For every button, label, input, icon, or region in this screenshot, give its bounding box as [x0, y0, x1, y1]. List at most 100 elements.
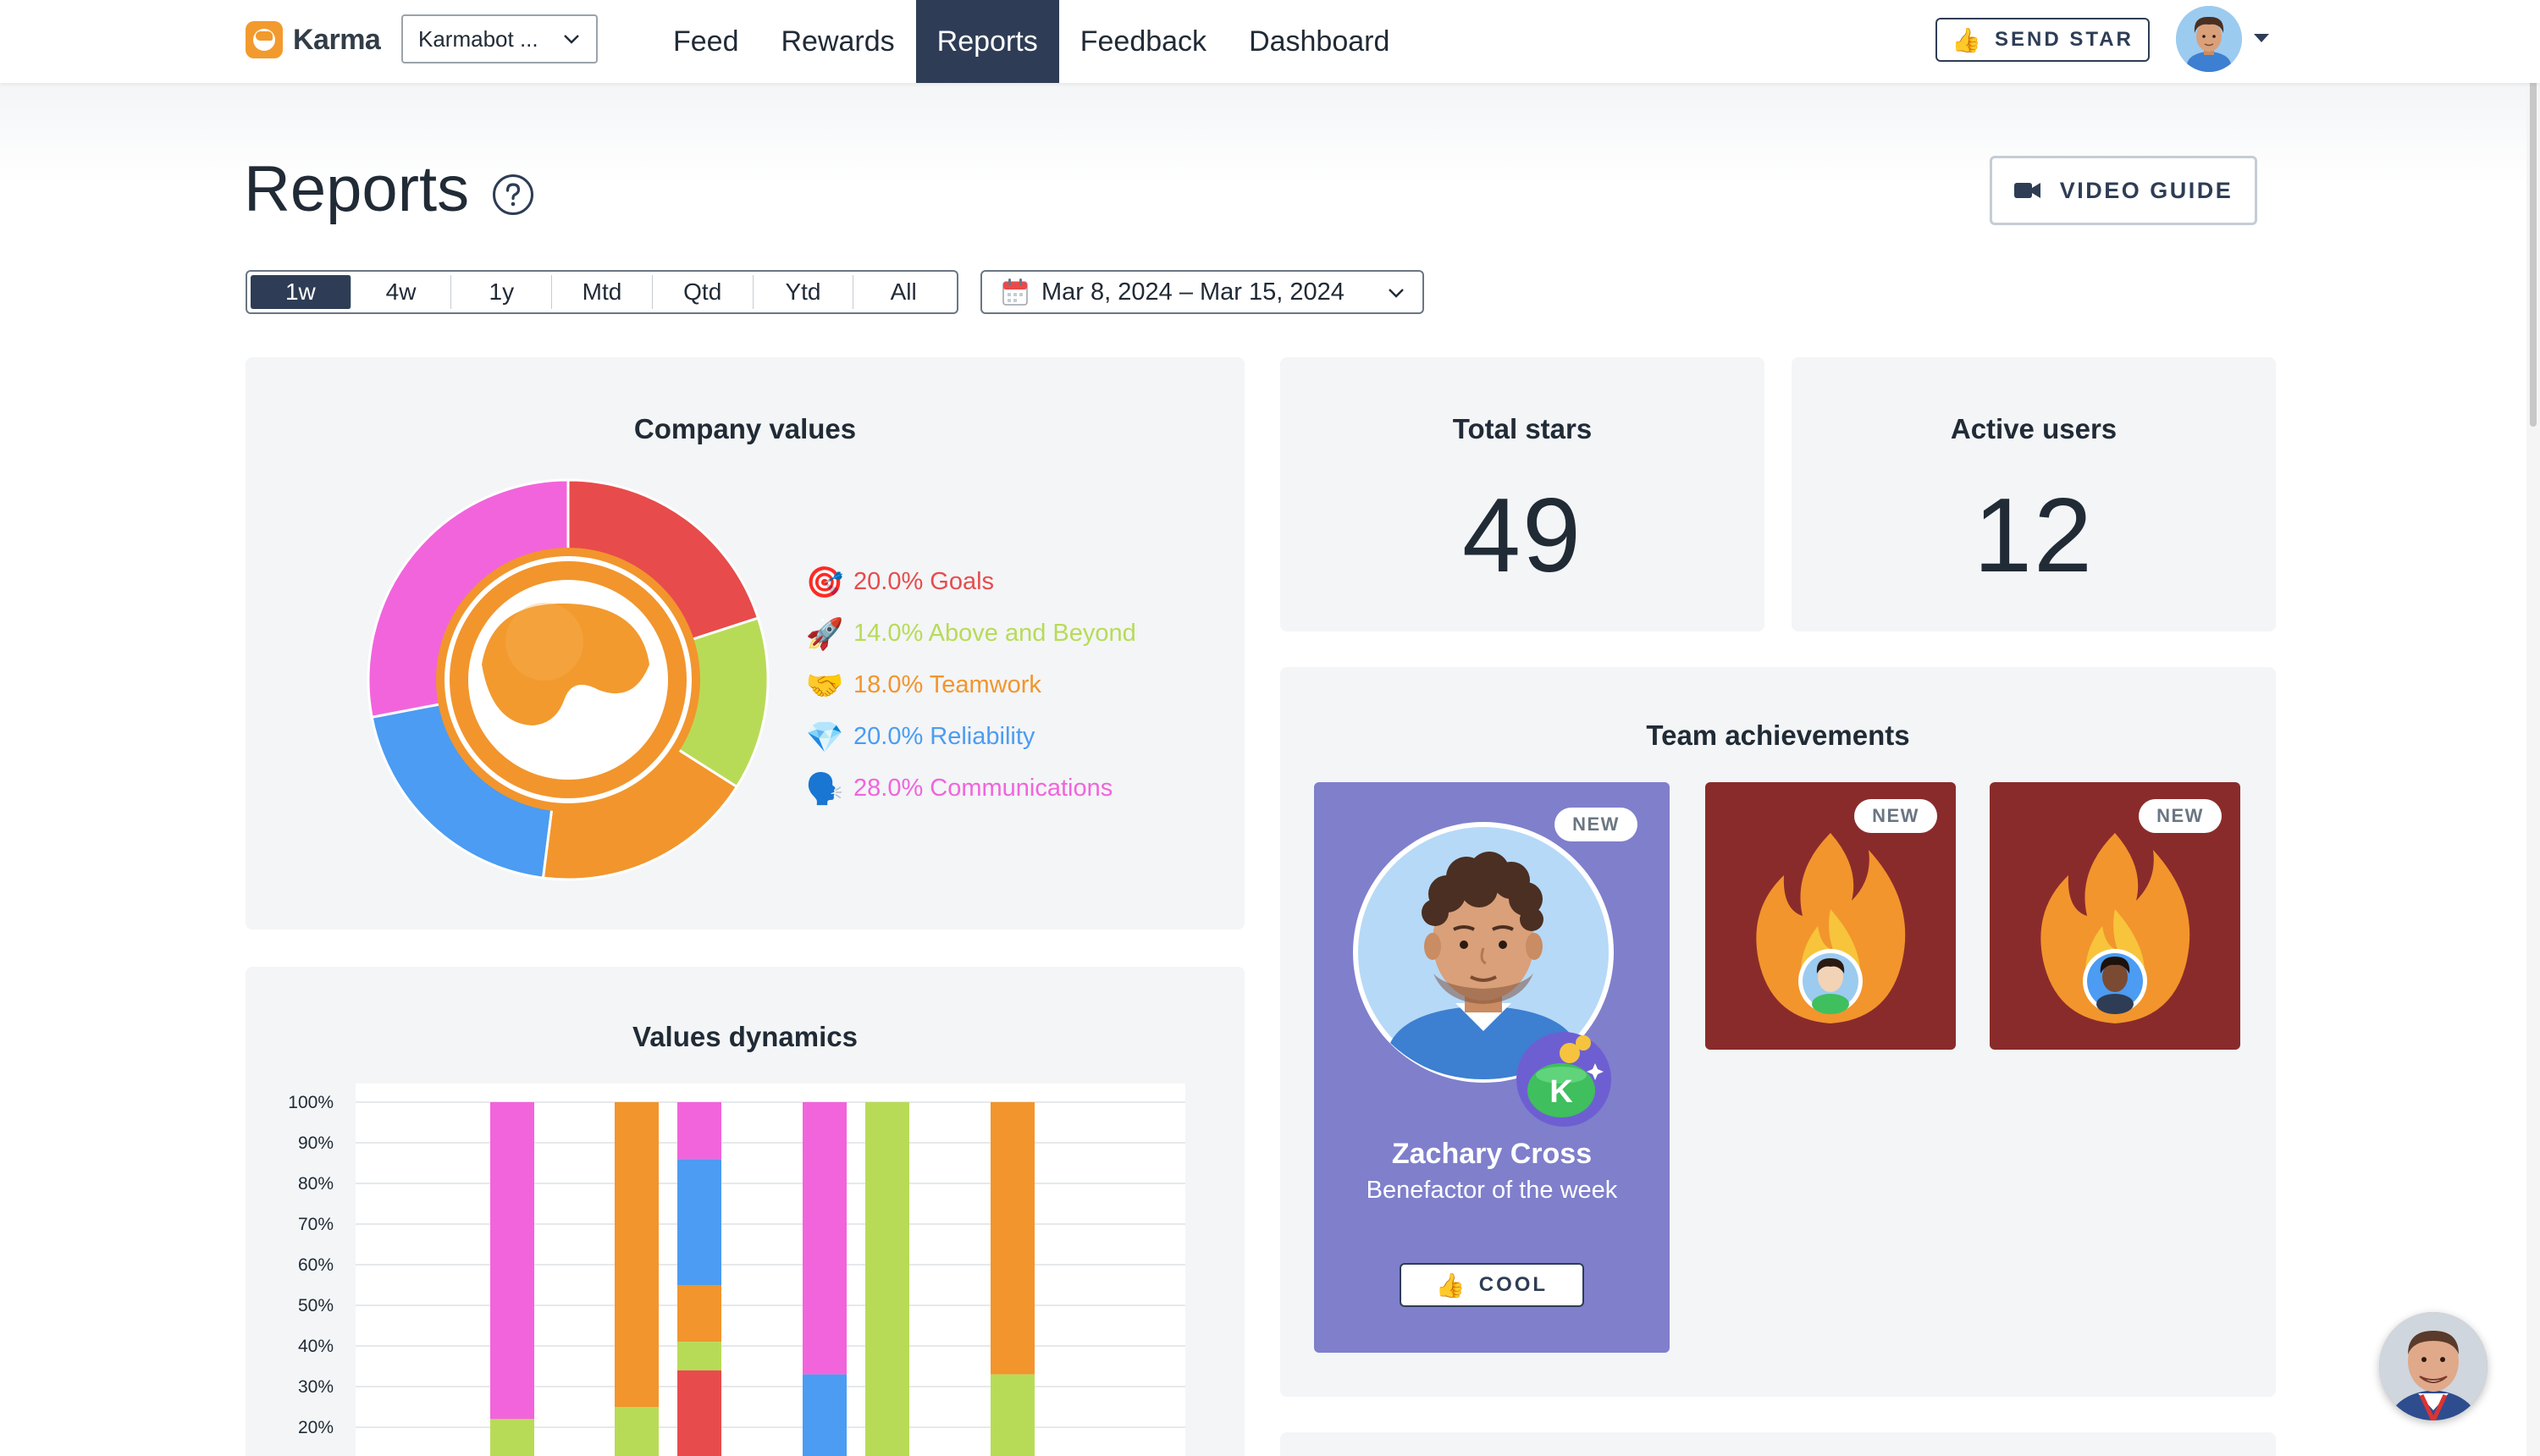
target-icon: 🎯 — [805, 564, 844, 599]
legend-label: 20.0% Goals — [853, 568, 995, 595]
legend-item-communications[interactable]: 🗣️ 28.0% Communications — [804, 763, 1136, 814]
team-achievements-title: Team achievements — [1646, 720, 1910, 751]
achievement-user-name: Zachary Cross — [1391, 1138, 1593, 1170]
period-option-1w[interactable]: 1w — [251, 275, 351, 309]
bar-segment-communications — [677, 1102, 721, 1160]
cool-button-label: COOL — [1478, 1273, 1549, 1296]
stacked-bar[interactable] — [991, 1102, 1035, 1456]
bar-segment-teamwork — [615, 1102, 659, 1407]
stacked-bar[interactable] — [615, 1102, 659, 1456]
stacked-bar[interactable] — [490, 1102, 534, 1456]
help-circle-icon[interactable] — [491, 173, 535, 217]
bar-segment-teamwork — [991, 1102, 1035, 1375]
y-axis-tick-label: 30% — [298, 1377, 334, 1397]
support-agent-avatar — [2379, 1312, 2488, 1420]
values-dynamics-chart: 100% 90% 80% 70% 60% 50% 40% 30% 20% — [288, 1084, 1185, 1456]
stacked-bar[interactable] — [677, 1102, 721, 1456]
karma-coin-badge-icon: K — [1516, 1032, 1611, 1127]
send-star-label: SEND STAR — [1994, 28, 2134, 51]
y-axis-tick-label: 20% — [298, 1418, 334, 1437]
period-option-ytd[interactable]: Ytd — [754, 275, 854, 309]
video-guide-button[interactable]: VIDEO GUIDE — [1990, 156, 2257, 225]
stacked-bar[interactable] — [865, 1102, 909, 1456]
svg-text:K: K — [1549, 1074, 1573, 1110]
brand-name: Karma — [293, 23, 381, 56]
bar-segment-goals — [677, 1370, 721, 1456]
next-report-card — [1280, 1432, 2276, 1456]
period-option-mtd[interactable]: Mtd — [552, 275, 653, 309]
total-stars-card: Total stars 49 — [1280, 357, 1764, 631]
handshake-icon: 🤝 — [805, 667, 844, 703]
bar-segment-above-and-beyond — [991, 1374, 1035, 1456]
y-axis-tick-label: 60% — [298, 1255, 334, 1275]
achievement-title: Benefactor of the week — [1366, 1177, 1618, 1204]
y-axis-tick-label: 70% — [298, 1215, 334, 1234]
gem-icon: 💎 — [805, 719, 844, 754]
bar-segment-above-and-beyond — [490, 1419, 534, 1456]
user-avatar[interactable] — [2176, 6, 2242, 72]
values-dynamics-title: Values dynamics — [632, 1021, 858, 1052]
speaking-head-icon: 🗣️ — [805, 770, 844, 806]
rocket-icon: 🚀 — [805, 615, 844, 651]
team-achievements-card: Team achievements NEW K Zachary Cross Be… — [1280, 667, 2276, 1397]
workspace-select[interactable]: Karmabot ... — [401, 14, 598, 63]
page-title: Reports — [244, 153, 470, 225]
brand-logo[interactable]: Karma — [246, 21, 381, 58]
y-axis-tick-label: 50% — [298, 1296, 334, 1315]
legend-item-goals[interactable]: 🎯 20.0% Goals — [804, 556, 1136, 608]
cool-button[interactable]: 👍 COOL — [1400, 1263, 1584, 1307]
legend-item-reliability[interactable]: 💎 20.0% Reliability — [804, 711, 1136, 763]
workspace-select-value: Karmabot ... — [418, 25, 538, 52]
company-values-card: Company values 🎯 20.0% Goals 🚀 14.0% Abo… — [246, 357, 1245, 929]
karma-logo-icon — [246, 21, 283, 58]
video-guide-label: VIDEO GUIDE — [2059, 177, 2234, 203]
bar-segment-above-and-beyond — [865, 1102, 909, 1456]
period-option-qtd[interactable]: Qtd — [653, 275, 754, 309]
active-users-label: Active users — [1950, 413, 2118, 444]
legend-label: 18.0% Teamwork — [853, 671, 1041, 698]
active-users-card: Active users 12 — [1792, 357, 2276, 631]
nav-link-feedback[interactable]: Feedback — [1059, 0, 1228, 83]
chevron-down-icon — [564, 35, 579, 44]
legend-item-above-and-beyond[interactable]: 🚀 14.0% Above and Beyond — [804, 608, 1136, 659]
period-option-all[interactable]: All — [853, 275, 953, 309]
account-menu-caret-icon[interactable] — [2254, 34, 2269, 42]
period-option-4w[interactable]: 4w — [351, 275, 452, 309]
y-axis-tick-label: 80% — [298, 1174, 334, 1194]
page-scrollbar[interactable] — [2526, 0, 2540, 1456]
values-dynamics-card: Values dynamics 100% 90% 80% 70% 60% 50% 40% 30… — [246, 967, 1245, 1456]
main-navigation: Feed Rewards Reports Feedback Dashboard — [652, 0, 1411, 83]
fire-icon — [2040, 833, 2190, 1023]
top-navigation-bar: Karma Karmabot ... Feed Rewards Reports … — [0, 0, 2540, 83]
stacked-bar[interactable] — [803, 1102, 847, 1456]
bar-segment-reliability — [803, 1374, 847, 1456]
period-option-1y[interactable]: 1y — [451, 275, 553, 309]
date-range-picker[interactable]: Mar 8, 2024 – Mar 15, 2024 — [980, 270, 1424, 314]
company-values-legend: 🎯 20.0% Goals 🚀 14.0% Above and Beyond 🤝… — [804, 556, 1136, 814]
total-stars-value: 49 — [1462, 477, 1582, 594]
bar-segment-above-and-beyond — [615, 1407, 659, 1456]
nav-link-reports[interactable]: Reports — [915, 0, 1059, 83]
date-range-value: Mar 8, 2024 – Mar 15, 2024 — [1041, 278, 1345, 306]
achievement-card-streak[interactable]: NEW — [1990, 782, 2240, 1050]
company-values-donut-chart — [367, 478, 770, 881]
user-avatar-image — [2176, 6, 2242, 72]
company-values-title: Company values — [633, 413, 857, 444]
y-axis-tick-label: 90% — [298, 1133, 334, 1153]
support-chat-button[interactable] — [2379, 1312, 2488, 1420]
achievement-card-benefactor[interactable]: NEW K Zachary Cross Benefactor of the we… — [1314, 782, 1670, 1353]
nav-link-rewards[interactable]: Rewards — [760, 0, 916, 83]
legend-item-teamwork[interactable]: 🤝 18.0% Teamwork — [804, 659, 1136, 711]
bar-segment-teamwork — [677, 1285, 721, 1343]
send-star-button[interactable]: 👍 SEND STAR — [1935, 18, 2150, 62]
calendar-icon — [1002, 279, 1028, 306]
chevron-down-icon — [1389, 289, 1404, 298]
achievement-card-streak[interactable]: NEW — [1705, 782, 1956, 1050]
bar-segment-communications — [803, 1102, 847, 1375]
bar-segment-communications — [490, 1102, 534, 1420]
thumbs-up-icon: 👍 — [1435, 1271, 1466, 1299]
y-axis-tick-label: 40% — [298, 1337, 334, 1356]
nav-link-dashboard[interactable]: Dashboard — [1228, 0, 1411, 83]
thumbs-up-icon: 👍 — [1952, 26, 1981, 53]
nav-link-feed[interactable]: Feed — [652, 0, 760, 83]
